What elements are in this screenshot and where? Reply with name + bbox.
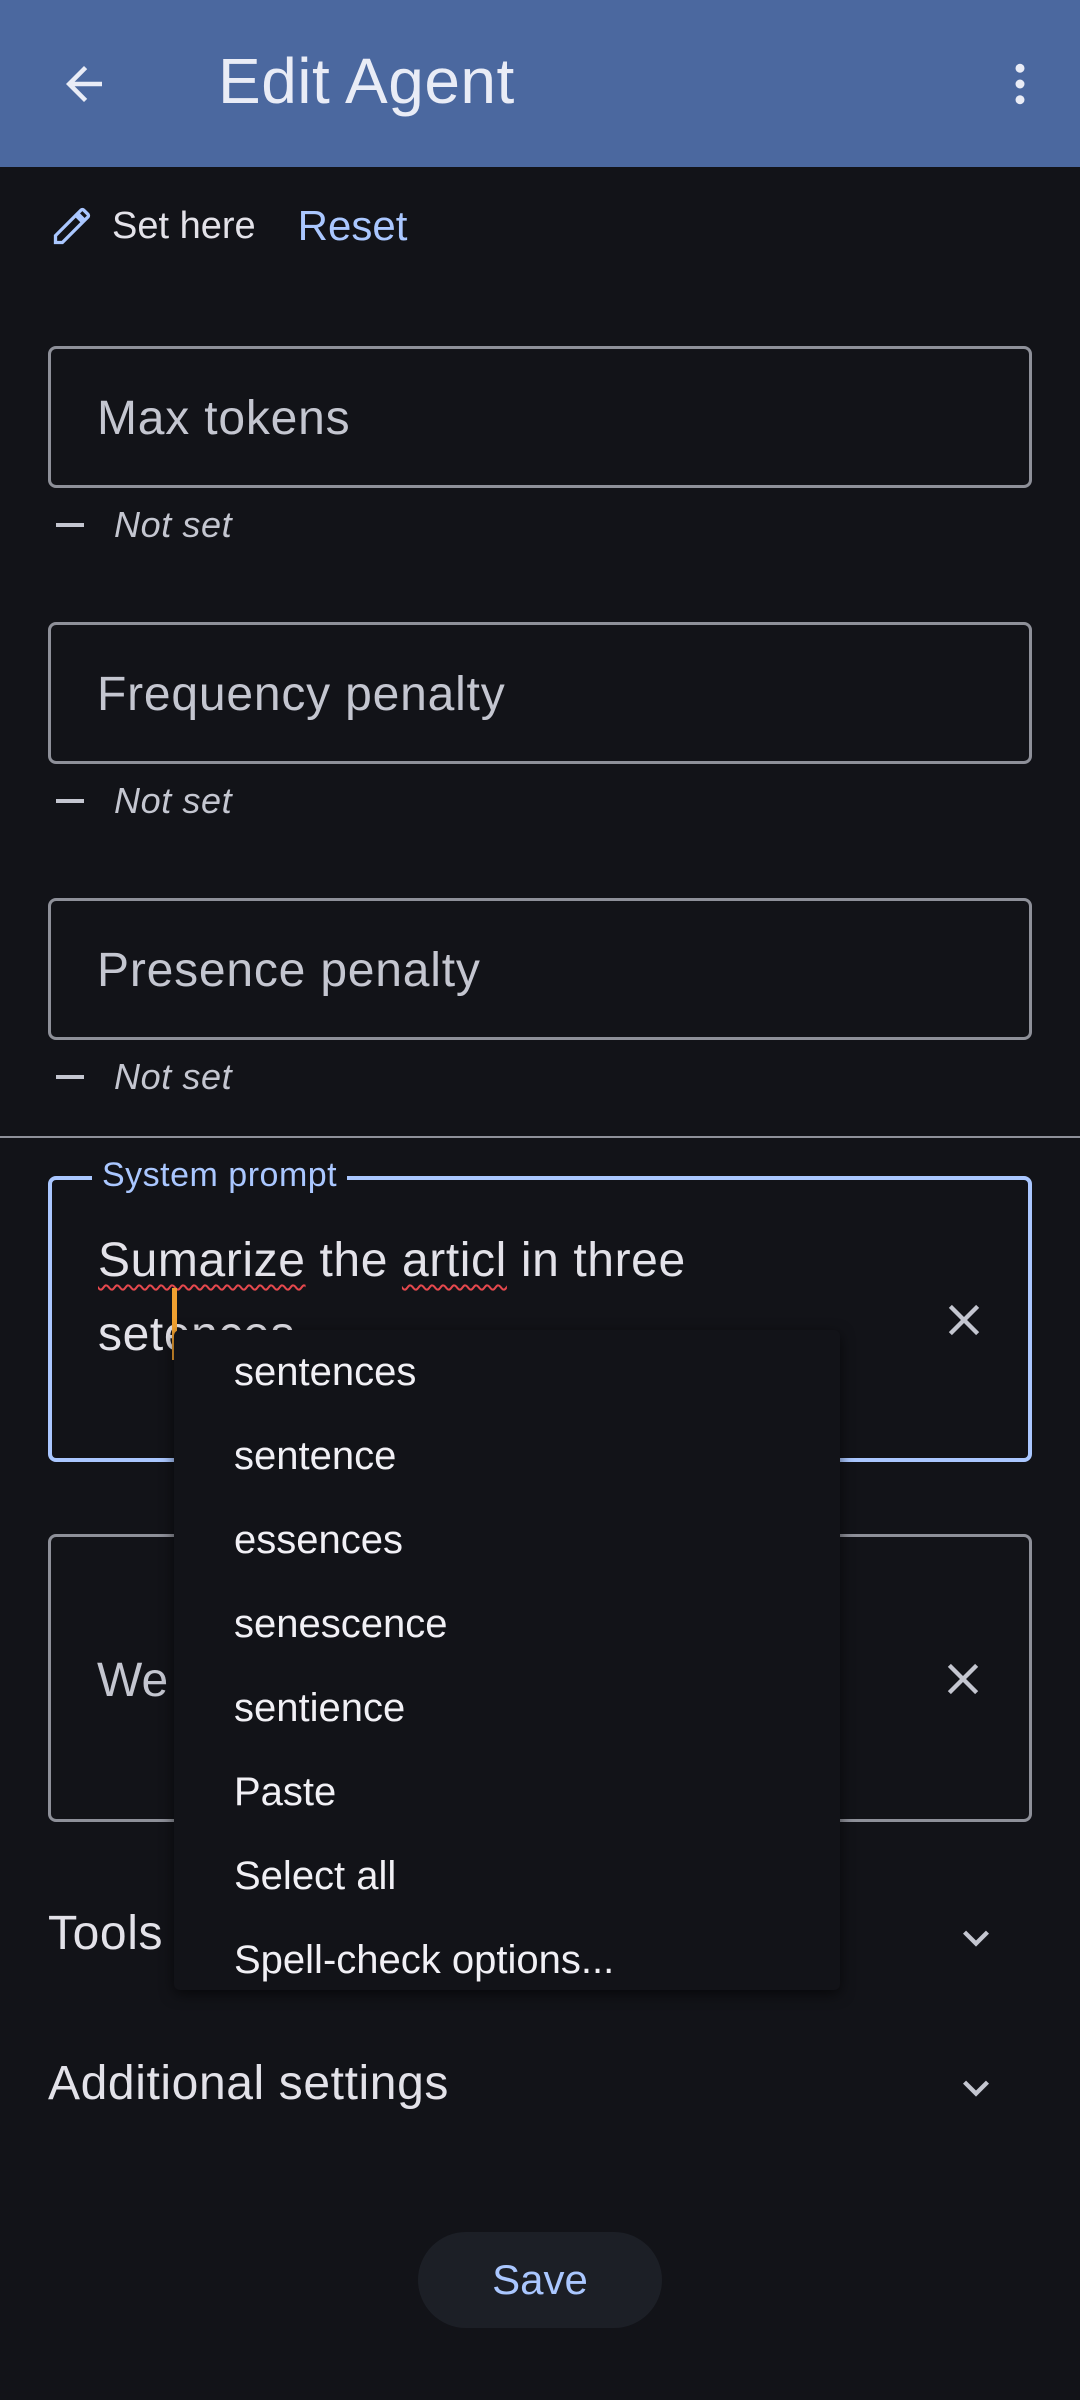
- arrow-back-icon: [66, 66, 102, 102]
- second-field-text: We: [97, 1654, 169, 1707]
- more-vert-icon: [1015, 63, 1025, 105]
- additional-settings-label: Additional settings: [48, 2057, 449, 2110]
- suggestion-item[interactable]: sentience: [234, 1666, 814, 1750]
- misspelled-word[interactable]: Sumarize: [98, 1234, 306, 1287]
- max-tokens-hint: Not set: [56, 500, 232, 550]
- dash-icon: [56, 1075, 84, 1079]
- presence-penalty-hint: Not set: [56, 1052, 232, 1102]
- misspelled-word[interactable]: articl: [402, 1234, 507, 1287]
- frequency-penalty-hint-text: Not set: [114, 780, 233, 821]
- dash-icon: [56, 799, 84, 803]
- suggestion-item[interactable]: essences: [234, 1498, 814, 1582]
- max-tokens-hint-text: Not set: [114, 504, 233, 545]
- clear-prompt-button[interactable]: [932, 1288, 996, 1352]
- presence-penalty-hint-text: Not set: [114, 1056, 233, 1097]
- chevron-down-icon[interactable]: [944, 2056, 1008, 2120]
- paste-menu-item[interactable]: Paste: [234, 1750, 814, 1834]
- select-all-menu-item[interactable]: Select all: [234, 1834, 814, 1918]
- spell-check-options-item[interactable]: Spell-check options...: [234, 1918, 814, 2002]
- reset-button[interactable]: Reset: [298, 202, 408, 250]
- suggestion-item[interactable]: sentences: [234, 1330, 814, 1414]
- dash-icon: [56, 523, 84, 527]
- back-button[interactable]: [52, 52, 116, 116]
- set-here-row: Set here Reset: [48, 196, 407, 256]
- suggestion-item[interactable]: senescence: [234, 1582, 814, 1666]
- page-title: Edit Agent: [218, 45, 515, 117]
- presence-penalty-field[interactable]: Presence penalty: [48, 898, 1032, 1040]
- tools-label: Tools: [48, 1907, 164, 1960]
- additional-settings-section[interactable]: Additional settings: [48, 2046, 1008, 2126]
- presence-penalty-placeholder: Presence penalty: [97, 944, 481, 997]
- max-tokens-placeholder: Max tokens: [97, 392, 351, 445]
- prompt-text-segment: in three: [506, 1234, 686, 1287]
- spell-check-menu: sentences sentence essences senescence s…: [174, 1330, 840, 1990]
- prompt-text-segment: the: [305, 1234, 402, 1287]
- clear-field-button[interactable]: [931, 1647, 995, 1711]
- divider: [0, 1136, 1080, 1138]
- app-bar: Edit Agent: [0, 0, 1080, 167]
- frequency-penalty-hint: Not set: [56, 776, 232, 826]
- more-options-button[interactable]: [990, 52, 1050, 116]
- close-icon: [948, 1304, 980, 1336]
- pencil-icon: [48, 202, 96, 250]
- chevron-down-icon[interactable]: [944, 1906, 1008, 1970]
- set-here-label: Set here: [112, 204, 256, 247]
- close-icon: [947, 1663, 979, 1695]
- frequency-penalty-placeholder: Frequency penalty: [97, 668, 506, 721]
- suggestion-item[interactable]: sentence: [234, 1414, 814, 1498]
- frequency-penalty-field[interactable]: Frequency penalty: [48, 622, 1032, 764]
- max-tokens-field[interactable]: Max tokens: [48, 346, 1032, 488]
- save-button[interactable]: Save: [418, 2232, 662, 2328]
- system-prompt-label: System prompt: [92, 1156, 348, 1195]
